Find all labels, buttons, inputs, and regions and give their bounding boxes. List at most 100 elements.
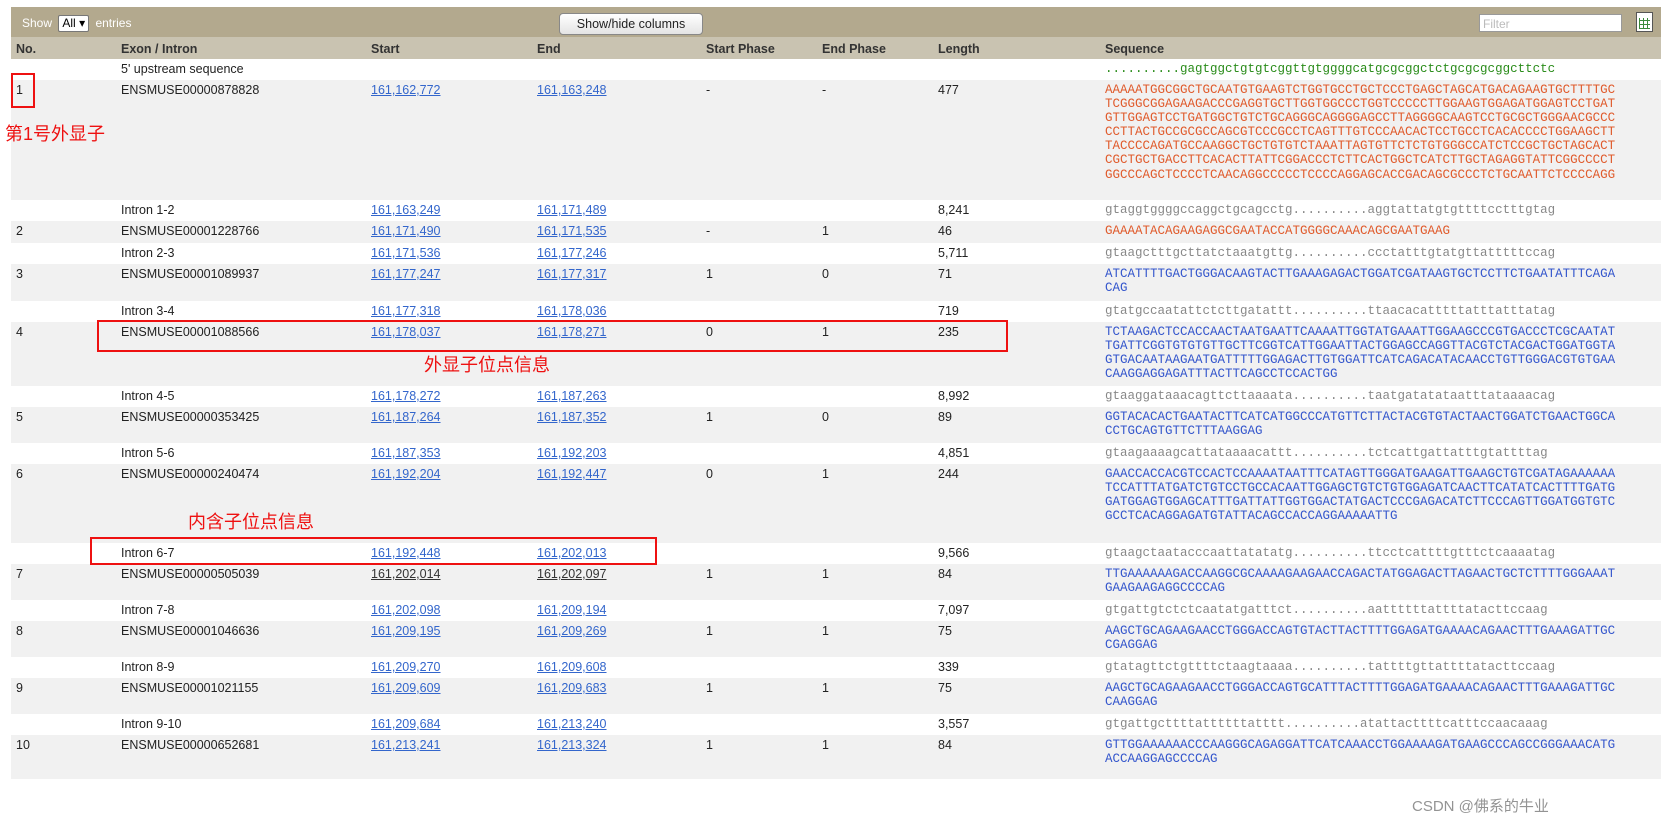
table-row: Intron 4-5 161,178,272 161,187,263 8,992 gta… bbox=[11, 386, 1661, 407]
row-end[interactable]: 161,202,097 bbox=[537, 567, 607, 581]
row-end[interactable]: 161,187,352 bbox=[537, 410, 607, 424]
row-length: 8,241 bbox=[938, 203, 970, 217]
row-start-phase: 1 bbox=[706, 738, 713, 752]
col-length[interactable]: Length bbox=[938, 42, 980, 56]
row-end[interactable]: 161,177,317 bbox=[537, 267, 607, 281]
row-start[interactable]: 161,209,609 bbox=[371, 681, 441, 695]
row-length: 719 bbox=[938, 304, 959, 318]
row-end-phase: 1 bbox=[822, 567, 829, 581]
row-end[interactable]: 161,192,203 bbox=[537, 446, 607, 460]
row-length: 89 bbox=[938, 410, 952, 424]
table-row: 5' upstream sequence ..........gagtggctgt… bbox=[11, 59, 1661, 80]
row-name: ENSMUSE00001046636 bbox=[121, 624, 260, 638]
row-no: 10 bbox=[16, 738, 30, 752]
row-start[interactable]: 161,187,264 bbox=[371, 410, 441, 424]
row-sequence: TCTAAGACTCCACCAACTAATGAATTCAAAATTGGTATGA… bbox=[1105, 325, 1616, 382]
exon1-highlight-box bbox=[11, 73, 35, 108]
row-name: 5' upstream sequence bbox=[121, 62, 244, 76]
row-end[interactable]: 161,178,036 bbox=[537, 304, 607, 318]
row-length: 4,851 bbox=[938, 446, 970, 460]
excel-icon[interactable] bbox=[1636, 12, 1653, 32]
row-start[interactable]: 161,178,272 bbox=[371, 389, 441, 403]
table-row: 7 ENSMUSE00000505039 161,202,014 161,202,09… bbox=[11, 564, 1661, 600]
row-end[interactable]: 161,187,263 bbox=[537, 389, 607, 403]
row-start[interactable]: 161,163,249 bbox=[371, 203, 441, 217]
row-sequence: GAACCACCACGTCCACTCCAAAATAATTTCATAGTTGGGA… bbox=[1105, 467, 1616, 524]
row-start[interactable]: 161,202,098 bbox=[371, 603, 441, 617]
row-end[interactable]: 161,163,248 bbox=[537, 83, 607, 97]
row-end[interactable]: 161,171,489 bbox=[537, 203, 607, 217]
row-length: 75 bbox=[938, 681, 952, 695]
row-name: Intron 2-3 bbox=[121, 246, 175, 260]
row-start[interactable]: 161,171,490 bbox=[371, 224, 441, 238]
row-end[interactable]: 161,171,535 bbox=[537, 224, 607, 238]
col-sequence[interactable]: Sequence bbox=[1105, 42, 1164, 56]
row-start[interactable]: 161,171,536 bbox=[371, 246, 441, 260]
row-length: 84 bbox=[938, 738, 952, 752]
row-name: ENSMUSE00001228766 bbox=[121, 224, 260, 238]
table-header: No. Exon / Intron Start End Start Phase … bbox=[11, 37, 1661, 59]
row-start-phase: 1 bbox=[706, 267, 713, 281]
col-exon-intron[interactable]: Exon / Intron bbox=[121, 42, 197, 56]
row-end[interactable]: 161,209,269 bbox=[537, 624, 607, 638]
row-start[interactable]: 161,209,684 bbox=[371, 717, 441, 731]
row-end-phase: 1 bbox=[822, 624, 829, 638]
row-name: Intron 9-10 bbox=[121, 717, 182, 731]
table-row: 1 ENSMUSE00000878828 161,162,772 161,163,24… bbox=[11, 80, 1661, 200]
table-row: 8 ENSMUSE00001046636 161,209,195 161,209,26… bbox=[11, 621, 1661, 657]
row-end[interactable]: 161,209,608 bbox=[537, 660, 607, 674]
row-sequence: gtaagaaaagcattataaaacattt..........tctca… bbox=[1105, 446, 1548, 460]
row-end-phase: - bbox=[822, 83, 827, 97]
row-end-phase: 1 bbox=[822, 681, 829, 695]
row-start-phase: 1 bbox=[706, 567, 713, 581]
table-row: 9 ENSMUSE00001021155 161,209,609 161,209,68… bbox=[11, 678, 1661, 714]
row-end[interactable]: 161,213,324 bbox=[537, 738, 607, 752]
row-sequence: ATCATTTTGACTGGGACAAGTACTTGAAAGAGACTGGATC… bbox=[1105, 267, 1616, 296]
table-row: 10 ENSMUSE00000652681 161,213,241 161,213,3… bbox=[11, 735, 1661, 779]
row-sequence: gtaaggataaacagttcttaaaata..........taatg… bbox=[1105, 389, 1556, 403]
row-name: Intron 5-6 bbox=[121, 446, 175, 460]
table-toolbar: Show All ▾ entries Show/hide columns Fil… bbox=[11, 7, 1661, 38]
chevron-down-icon: ▾ bbox=[79, 16, 86, 30]
col-end[interactable]: End bbox=[537, 42, 561, 56]
row-start[interactable]: 161,202,014 bbox=[371, 567, 441, 581]
exon-position-annotation: 外显子位点信息 bbox=[424, 355, 550, 375]
row-end-phase: 1 bbox=[822, 738, 829, 752]
row-start[interactable]: 161,162,772 bbox=[371, 83, 441, 97]
row-name: ENSMUSE00000353425 bbox=[121, 410, 260, 424]
row-start[interactable]: 161,187,353 bbox=[371, 446, 441, 460]
row-end-phase: 0 bbox=[822, 410, 829, 424]
row-sequence: GTTGGAAAAAACCCAAGGGCAGAGGATTCATCAAACCTGG… bbox=[1105, 738, 1616, 767]
row-start-phase: 1 bbox=[706, 410, 713, 424]
show-hide-columns-button[interactable]: Show/hide columns bbox=[559, 13, 703, 35]
col-no[interactable]: No. bbox=[16, 42, 36, 56]
row-name: ENSMUSE00000240474 bbox=[121, 467, 260, 481]
row-start[interactable]: 161,213,241 bbox=[371, 738, 441, 752]
row-length: 84 bbox=[938, 567, 952, 581]
row-start[interactable]: 161,177,247 bbox=[371, 267, 441, 281]
entries-select[interactable]: All ▾ bbox=[58, 15, 90, 32]
row-start-phase: 1 bbox=[706, 624, 713, 638]
watermark: CSDN @佛系的牛业 bbox=[1412, 798, 1549, 815]
row-start-phase: - bbox=[706, 83, 711, 97]
col-start-phase[interactable]: Start Phase bbox=[706, 42, 775, 56]
row-length: 71 bbox=[938, 267, 952, 281]
filter-input[interactable]: Filter bbox=[1479, 14, 1622, 32]
row-end[interactable]: 161,177,246 bbox=[537, 246, 607, 260]
row-start[interactable]: 161,192,204 bbox=[371, 467, 441, 481]
row-sequence: GAAAATACAGAAGAGGCGAATACCATGGGGCAAACAGCGA… bbox=[1105, 224, 1451, 238]
table-row: Intron 5-6 161,187,353 161,192,203 4,851 gta… bbox=[11, 443, 1661, 464]
row-name: ENSMUSE00000505039 bbox=[121, 567, 260, 581]
row-end[interactable]: 161,209,683 bbox=[537, 681, 607, 695]
row-name: Intron 4-5 bbox=[121, 389, 175, 403]
row-start[interactable]: 161,209,270 bbox=[371, 660, 441, 674]
col-start[interactable]: Start bbox=[371, 42, 399, 56]
row-sequence: GGTACACACTGAATACTTCATCATGGCCCATGTTCTTACT… bbox=[1105, 410, 1616, 439]
row-end[interactable]: 161,213,240 bbox=[537, 717, 607, 731]
row-end[interactable]: 161,209,194 bbox=[537, 603, 607, 617]
row-start[interactable]: 161,177,318 bbox=[371, 304, 441, 318]
row-start-phase: 1 bbox=[706, 681, 713, 695]
col-end-phase[interactable]: End Phase bbox=[822, 42, 886, 56]
row-start[interactable]: 161,209,195 bbox=[371, 624, 441, 638]
row-end[interactable]: 161,192,447 bbox=[537, 467, 607, 481]
